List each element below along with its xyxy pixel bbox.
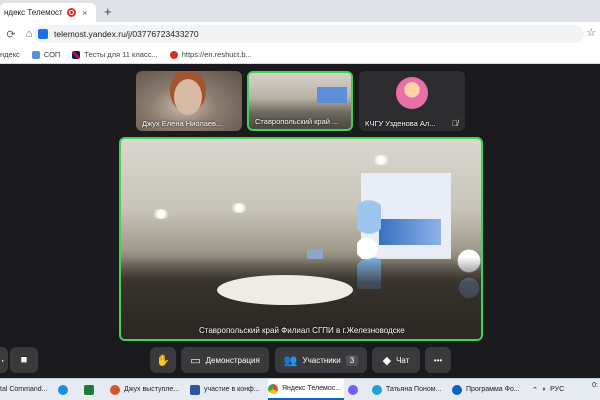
browser-toolbar: ⟳ ⌂ telemost.yandex.ru/j/03776723433270 bbox=[0, 22, 600, 46]
bookmark-item[interactable]: https://en.reshuct.b... bbox=[169, 50, 252, 59]
chrome-icon bbox=[268, 383, 278, 394]
tray-chevron-icon[interactable]: ⌃ bbox=[532, 386, 538, 394]
chat-button[interactable]: ◆ Чат bbox=[372, 347, 420, 373]
browser-tab-bar: ндекс Телемост — беспл × + bbox=[0, 0, 600, 22]
tab-close-icon[interactable]: × bbox=[82, 8, 87, 18]
participant-tile[interactable]: Джух Елена Ниолаев... bbox=[136, 71, 242, 131]
participant-name: Джух Елена Ниолаев... bbox=[142, 119, 223, 128]
browser-tab-telemost[interactable]: ндекс Телемост — беспл × bbox=[0, 3, 96, 22]
taskbar-label: Татьяна Поном... bbox=[386, 386, 442, 393]
video-call-area: Джух Елена Ниолаев... Ставропольский кра… bbox=[0, 64, 600, 378]
conference-table bbox=[217, 275, 353, 305]
participant-video bbox=[174, 79, 202, 115]
participant-tile[interactable]: КЧГУ Узденова Ал... 🎙̸ bbox=[359, 71, 465, 131]
volume-icon[interactable]: ◗ bbox=[542, 386, 546, 393]
participant-tile-speaking[interactable]: Ставропольский край ... bbox=[247, 71, 353, 131]
taskbar-label: Яндекс Телемос... bbox=[282, 385, 342, 392]
taskbar-label: Программа Фо... bbox=[466, 386, 520, 393]
settings-icon: ⋯ bbox=[0, 354, 5, 367]
recording-icon bbox=[67, 8, 76, 17]
tray: ⌃ ◗ РУС bbox=[532, 379, 572, 400]
taskbar-item[interactable]: Программа Фо... bbox=[452, 379, 526, 400]
taskbar-item[interactable] bbox=[58, 379, 74, 400]
site-info-icon[interactable] bbox=[38, 29, 48, 39]
reload-icon[interactable]: ⟳ bbox=[4, 28, 18, 41]
clock-text: 0: bbox=[592, 382, 598, 389]
raise-hand-button[interactable]: ✋ bbox=[150, 347, 176, 373]
participants-count: 3 bbox=[345, 354, 359, 366]
keyboard-language[interactable]: РУС bbox=[550, 386, 564, 393]
main-video[interactable]: Ставропольский край Филиал СГПИ в г.Желе… bbox=[119, 137, 483, 341]
screen-share-button[interactable]: ▭ Демонстрация bbox=[181, 347, 269, 373]
participant-name: Ставропольский край ... bbox=[255, 117, 339, 126]
hand-icon: ✋ bbox=[156, 354, 170, 367]
screen: ндекс Телемост — беспл × + ⟳ ⌂ telemost.… bbox=[0, 0, 600, 400]
participant-name: КЧГУ Узденова Ал... bbox=[365, 119, 436, 128]
bookmark-label: Тесты для 11 класс... bbox=[84, 50, 158, 59]
participants-label: Участники bbox=[302, 355, 341, 365]
more-button[interactable]: ••• bbox=[425, 347, 451, 373]
uk-flag-icon bbox=[72, 50, 81, 59]
new-tab-button[interactable]: + bbox=[104, 4, 112, 19]
taskbar-item[interactable] bbox=[84, 379, 100, 400]
bookmark-label: СОП bbox=[43, 50, 61, 59]
chat-icon: ◆ bbox=[382, 354, 392, 367]
bookmark-item[interactable]: ндекс bbox=[0, 50, 20, 59]
chandelier bbox=[371, 155, 391, 165]
camera-button[interactable]: ■ bbox=[10, 347, 38, 373]
bookmarks-bar: ндекс СОП Тесты для 11 класс... https://… bbox=[0, 46, 600, 64]
telegram-icon bbox=[58, 384, 68, 395]
taskbar-item-active[interactable]: Яндекс Телемос... bbox=[268, 379, 344, 400]
avatar bbox=[396, 77, 428, 109]
bookmark-label: ндекс bbox=[0, 50, 20, 59]
taskbar-item[interactable]: Татьяна Поном... bbox=[372, 379, 448, 400]
taskbar-item[interactable]: участие в конф... bbox=[190, 379, 264, 400]
camera-icon: ■ bbox=[20, 354, 28, 366]
more-icon: ••• bbox=[433, 355, 443, 365]
address-bar[interactable]: telemost.yandex.ru/j/03776723433270 bbox=[34, 25, 584, 43]
telegram-icon bbox=[372, 384, 382, 395]
excel-icon bbox=[84, 384, 94, 395]
taskbar-label: tal Command... bbox=[0, 386, 48, 393]
bookmark-item[interactable]: Тесты для 11 класс... bbox=[72, 50, 158, 59]
stage-banner bbox=[379, 219, 441, 245]
clock[interactable]: 0: bbox=[592, 382, 598, 390]
chat-label: Чат bbox=[396, 355, 410, 365]
edge-icon bbox=[452, 384, 462, 395]
url-text: telemost.yandex.ru/j/03776723433270 bbox=[54, 29, 199, 39]
settings-button[interactable]: ⋯ bbox=[0, 347, 8, 373]
bookmark-label: https://en.reshuct.b... bbox=[181, 50, 252, 59]
windows-taskbar: tal Command... Джух выступле... участие … bbox=[0, 378, 600, 400]
taskbar-item[interactable]: tal Command... bbox=[0, 379, 52, 400]
participant-video bbox=[317, 87, 347, 103]
powerpoint-icon bbox=[110, 384, 120, 395]
word-icon bbox=[190, 384, 200, 395]
main-speaker-name: Ставропольский край Филиал СГПИ в г.Желе… bbox=[199, 326, 405, 335]
tab-title: ндекс Телемост — беспл bbox=[4, 8, 64, 17]
participants-button[interactable]: 👥 Участники 3 bbox=[275, 347, 367, 373]
chandelier bbox=[151, 209, 171, 219]
taskbar-label: Джух выступле... bbox=[124, 386, 180, 393]
taskbar-label: участие в конф... bbox=[204, 386, 260, 393]
viber-icon bbox=[348, 384, 358, 395]
bookmark-item[interactable]: СОП bbox=[31, 50, 61, 59]
taskbar-item[interactable] bbox=[348, 379, 364, 400]
screen-share-label: Демонстрация bbox=[205, 355, 260, 365]
taskbar-item[interactable]: Джух выступле... bbox=[110, 379, 184, 400]
chandelier bbox=[229, 203, 249, 213]
participants-icon: 👥 bbox=[283, 354, 298, 367]
bookmark-star-icon[interactable]: ☆ bbox=[586, 26, 596, 39]
reshu-icon bbox=[169, 50, 178, 59]
sop-icon bbox=[31, 50, 40, 59]
mic-off-icon: 🎙̸ bbox=[452, 119, 458, 128]
screen-share-icon: ▭ bbox=[190, 354, 201, 367]
